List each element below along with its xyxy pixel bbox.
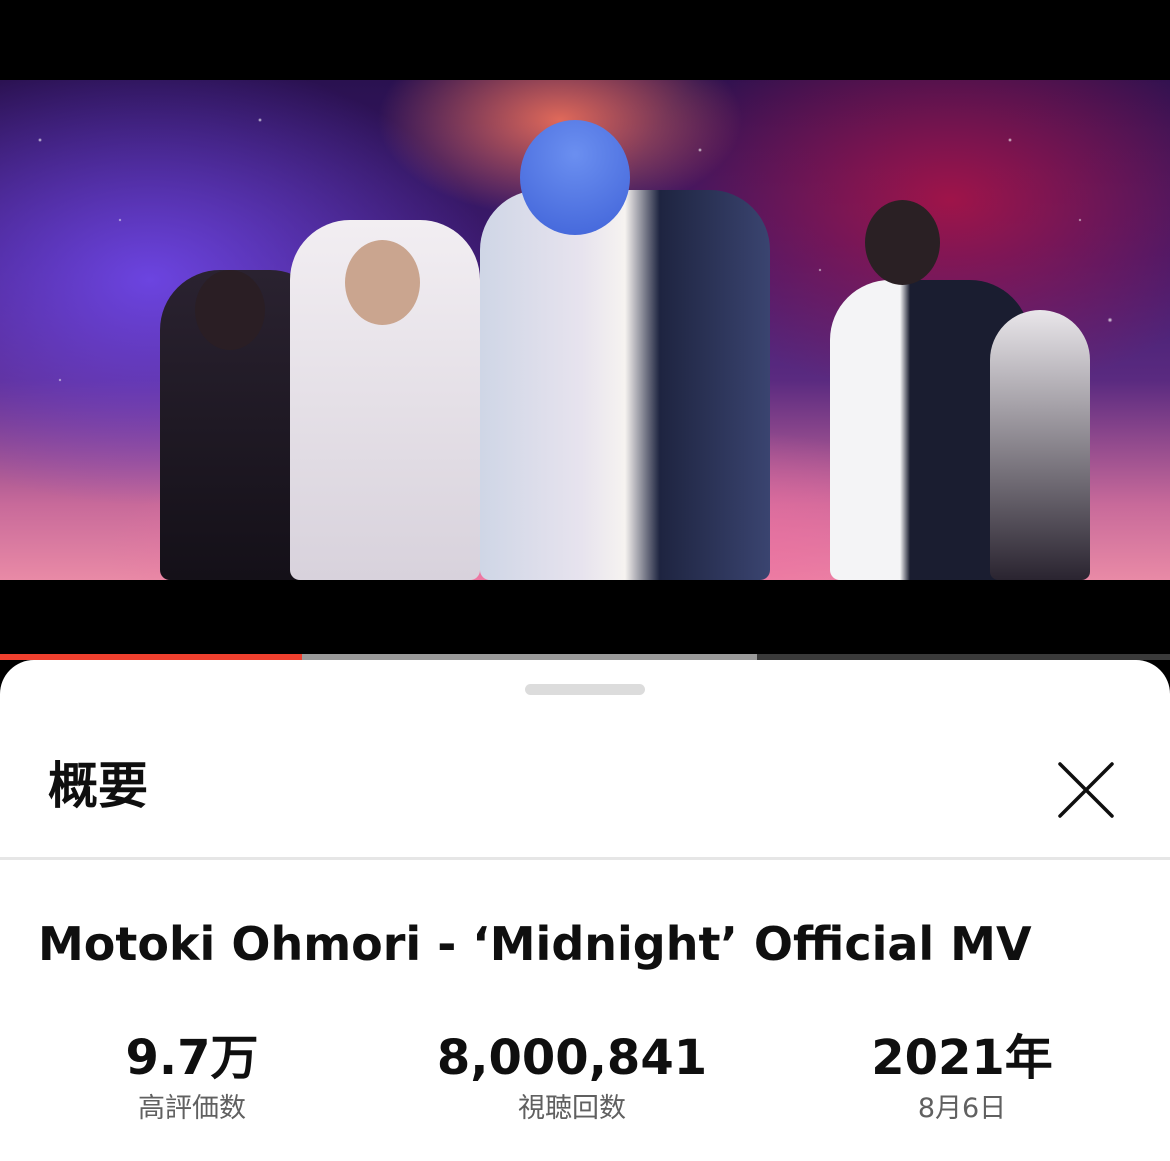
close-button[interactable] [1050,756,1122,828]
dancer-head [865,200,940,285]
dancer-head [345,240,420,325]
likes-count: 9.7万 [125,1030,259,1086]
dancer-head [195,270,265,350]
dancer-head [520,120,630,235]
close-icon [1058,762,1114,818]
sheet-title: 概要 [48,757,148,815]
dancer-figure [480,190,770,580]
video-player[interactable] [0,80,1170,580]
sheet-drag-handle[interactable] [525,684,645,695]
views-label: 視聴回数 [518,1093,626,1124]
video-title: Motoki Ohmori - ‘Midnight’ Official MV [38,917,1032,971]
upload-date: 8月6日 [917,1093,1007,1124]
stat-likes: 9.7万 高評価数 [42,1028,342,1126]
description-sheet: 概要 Motoki Ohmori - ‘Midnight’ Official M… [0,660,1170,1161]
likes-label: 高評価数 [138,1093,246,1124]
sheet-divider [0,857,1170,860]
stat-views: 8,000,841 視聴回数 [422,1028,722,1126]
stat-upload-date: 2021年 8月6日 [812,1028,1112,1126]
views-count: 8,000,841 [436,1030,708,1086]
dancer-figure [990,310,1090,580]
video-description-screen: 概要 Motoki Ohmori - ‘Midnight’ Official M… [0,0,1170,1161]
upload-year: 2021年 [871,1030,1053,1086]
